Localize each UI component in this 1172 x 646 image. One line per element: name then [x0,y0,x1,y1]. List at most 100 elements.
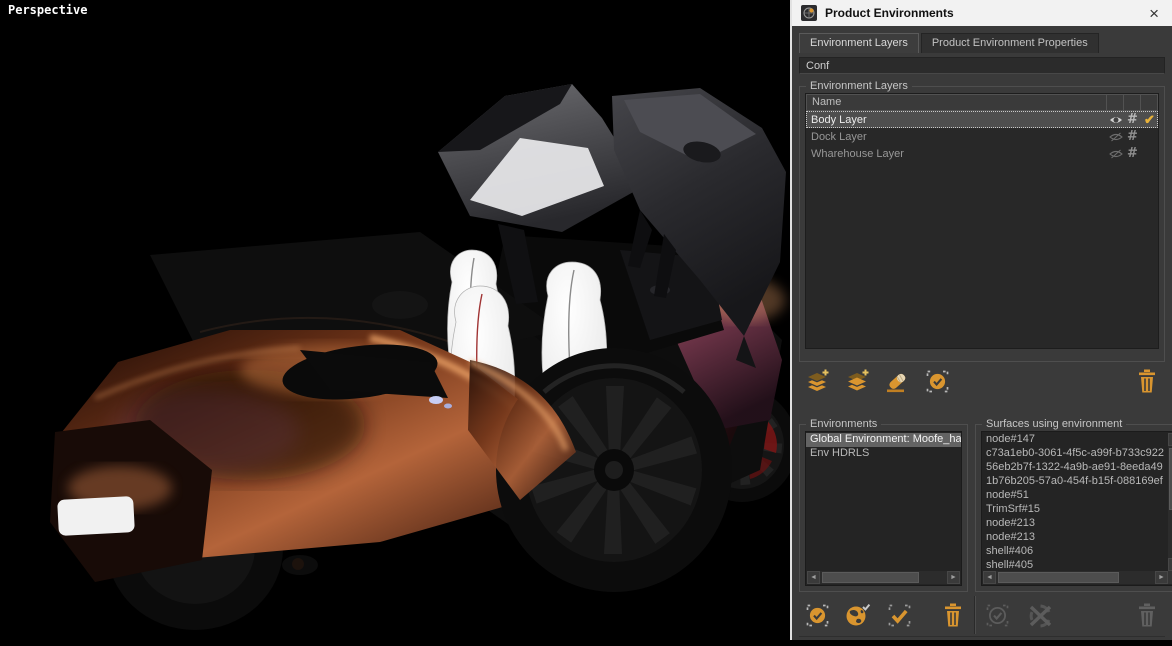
left-arrow-icon: ◄ [986,574,993,581]
conf-field[interactable]: Conf [799,57,1165,74]
viewport-3d[interactable]: Perspective [0,0,792,640]
layers-toolbar [799,362,1165,400]
eraser-icon [884,368,911,395]
surface-item[interactable]: 56eb2b7f-1322-4a9b-ae91-8eeda49 [982,461,1168,475]
surface-item[interactable]: node#213 [982,517,1168,531]
scrollbar-thumb[interactable] [998,572,1119,583]
panel-title: Product Environments [825,6,1137,20]
remove-surface-assignment-button-disabled[interactable] [1025,600,1055,630]
add-layer-icon [804,368,831,395]
close-button[interactable]: × [1145,5,1163,22]
layer-table[interactable]: Name Body Layer # ✔ [805,93,1159,349]
scroll-up-button[interactable]: ▲ [1168,433,1172,446]
trash-icon [941,602,965,628]
visibility-column-header [1107,94,1124,111]
scrollbar-corner [1168,571,1172,584]
surface-item[interactable]: node#51 [982,489,1168,503]
delete-layer-button[interactable] [1132,366,1162,396]
viewport-label[interactable]: Perspective [8,3,87,17]
visibility-toggle[interactable] [1107,132,1124,142]
environments-toolbar [799,596,971,634]
trash-icon [1135,368,1159,394]
scroll-down-button[interactable]: ▼ [1168,558,1172,571]
toolbar-divider [974,596,976,634]
scroll-right-button[interactable]: ► [947,571,960,584]
panel-bottom-strip [799,636,1165,646]
surface-item[interactable]: node#213 [982,531,1168,545]
select-environment-button[interactable] [802,600,832,630]
surface-item[interactable]: TrimSrf#15 [982,503,1168,517]
surfaces-toolbar [979,596,1165,634]
globe-check-icon [844,602,872,629]
product-environments-panel: Product Environments × Environment Layer… [790,0,1172,640]
check-box-icon [886,602,913,629]
select-check-icon [984,602,1011,629]
horizontal-scrollbar[interactable]: ◄ ► [983,571,1168,584]
hash-indicator[interactable]: # [1124,112,1141,127]
select-check-icon [924,368,951,395]
rename-layer-button[interactable] [882,366,912,396]
visibility-toggle[interactable] [1107,115,1124,125]
eye-icon [1109,115,1123,125]
front-bumper-plate [57,496,135,536]
surface-item[interactable]: node#147 [982,433,1168,447]
active-column-header [1141,94,1158,111]
set-global-environment-button[interactable] [843,600,873,630]
name-column-header[interactable]: Name [806,94,1107,111]
set-active-layer-button[interactable] [922,366,952,396]
crossed-globe-icon [1026,602,1055,629]
layer-row-wharehouse-layer[interactable]: Wharehouse Layer # [806,145,1158,162]
add-layer-button[interactable] [802,366,832,396]
surface-item[interactable]: 1b76b205-57a0-454f-b15f-088169ef [982,475,1168,489]
right-arrow-icon: ► [1158,574,1165,581]
environments-group: Environments Global Environment: Moofe_h… [799,424,968,592]
layer-row-body-layer[interactable]: Body Layer # ✔ [806,111,1158,128]
surface-item[interactable]: shell#406 [982,545,1168,559]
environment-layers-group-title: Environment Layers [806,80,912,92]
environment-layers-group: Environment Layers Name Body Layer [799,86,1165,362]
delete-surface-button-disabled[interactable] [1132,600,1162,630]
layer-table-header: Name [806,94,1158,111]
environment-item-global[interactable]: Global Environment: Moofe_hangar_2( [806,433,961,447]
tab-environment-layers[interactable]: Environment Layers [799,33,919,53]
scroll-left-button[interactable]: ◄ [807,571,820,584]
panel-titlebar[interactable]: Product Environments × [792,0,1172,26]
environments-list[interactable]: Global Environment: Moofe_hangar_2( Env … [805,431,962,586]
add-sublayer-button[interactable] [842,366,872,396]
scroll-right-button[interactable]: ► [1155,571,1168,584]
environment-item-env-hdrls[interactable]: Env HDRLS [806,447,961,461]
environments-group-title: Environments [806,418,881,430]
select-surface-button-disabled[interactable] [982,600,1012,630]
hash-indicator[interactable]: # [1124,129,1141,144]
tab-product-environment-properties[interactable]: Product Environment Properties [921,33,1099,53]
apply-environment-button[interactable] [884,600,914,630]
vertical-scrollbar[interactable]: ▲ ▼ [1168,433,1172,571]
delete-environment-button[interactable] [938,600,968,630]
trash-icon [1135,602,1159,628]
hash-indicator[interactable]: # [1124,146,1141,161]
active-check[interactable]: ✔ [1141,112,1158,128]
check-icon: ✔ [1144,112,1155,128]
scrollbar-thumb[interactable] [822,572,919,583]
eye-slash-icon [1109,132,1123,142]
hash-column-header [1124,94,1141,111]
scroll-left-button[interactable]: ◄ [983,571,996,584]
select-check-icon [804,602,831,629]
car-render [0,0,792,640]
tab-bar: Environment Layers Product Environment P… [799,33,1165,53]
horizontal-scrollbar[interactable]: ◄ ► [807,571,960,584]
bottom-groups: Environments Global Environment: Moofe_h… [799,412,1165,592]
eye-slash-icon [1109,149,1123,159]
add-sublayer-icon [844,368,871,395]
surfaces-group-title: Surfaces using environment [982,418,1126,430]
surfaces-group: Surfaces using environment node#147 c73a… [975,424,1172,592]
panel-body: Environment Layers Product Environment P… [792,33,1172,646]
visibility-toggle[interactable] [1107,149,1124,159]
left-arrow-icon: ◄ [810,574,817,581]
right-arrow-icon: ► [950,574,957,581]
bottom-toolbars [799,596,1165,634]
layer-row-dock-layer[interactable]: Dock Layer # [806,128,1158,145]
surfaces-list[interactable]: node#147 c73a1eb0-3061-4f5c-a99f-b733c92… [981,431,1172,586]
product-environments-icon [801,5,817,21]
surface-item[interactable]: c73a1eb0-3061-4f5c-a99f-b733c922 [982,447,1168,461]
